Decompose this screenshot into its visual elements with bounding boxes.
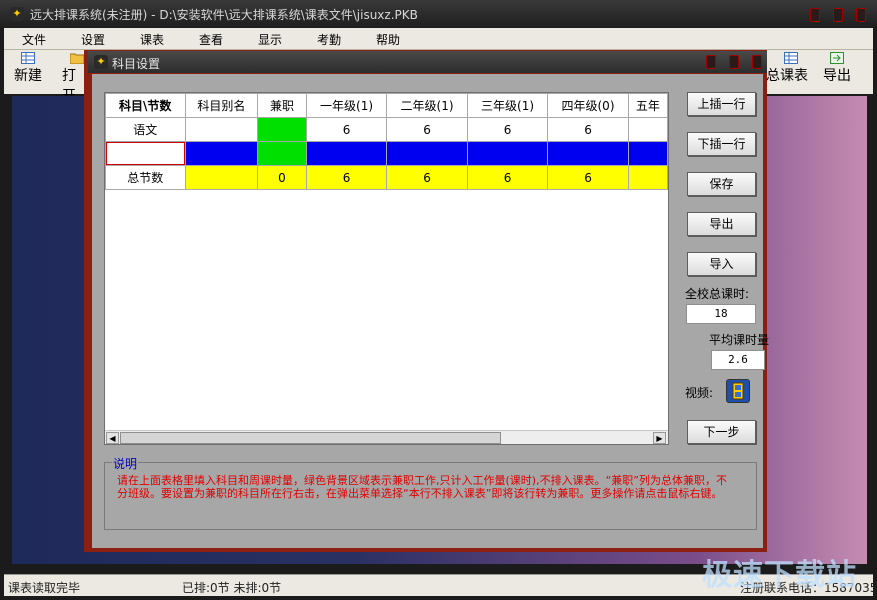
total-schedule-button[interactable]: 总课表	[764, 50, 810, 94]
app-titlebar: ✦ 远大排课系统(未注册) - D:\安装软件\远大排课系统\课表文件\jisu…	[0, 0, 877, 28]
scroll-right-arrow-icon[interactable]: ▶	[653, 432, 666, 444]
table-cell[interactable]	[305, 141, 388, 166]
table-cell[interactable]: 0	[257, 165, 307, 190]
header-cell[interactable]: 科目别名	[184, 93, 259, 118]
table-icon	[784, 52, 798, 64]
table-cell[interactable]	[184, 141, 259, 166]
table-row[interactable]: 语文 6 6 6 6	[105, 117, 669, 142]
dialog-close-button[interactable]	[752, 55, 762, 69]
table-cell[interactable]	[627, 165, 669, 190]
table-cell[interactable]: 6	[547, 165, 629, 190]
table-row-selected[interactable]	[105, 141, 669, 166]
table-cell[interactable]	[184, 165, 259, 190]
header-cell[interactable]: 五年	[627, 93, 669, 118]
new-button[interactable]: 新建	[10, 50, 46, 94]
menu-attendance[interactable]: 考勤	[317, 31, 341, 48]
total-hours-label: 全校总课时:	[685, 287, 750, 301]
export-toolbar-label: 导出	[823, 68, 851, 84]
menu-bar: 文件 设置 课表 查看 显示 考勤 帮助	[4, 28, 873, 50]
export-toolbar-button[interactable]: 导出	[818, 50, 856, 94]
table-cell[interactable]: 6	[305, 165, 388, 190]
table-cell[interactable]: 语文	[105, 117, 186, 142]
total-schedule-label: 总课表	[766, 68, 808, 84]
header-cell[interactable]: 兼职	[257, 93, 307, 118]
table-cell[interactable]: 6	[547, 117, 629, 142]
table-cell[interactable]	[386, 141, 468, 166]
table-cell[interactable]: 6	[466, 165, 549, 190]
minimize-button[interactable]	[810, 8, 820, 22]
header-cell[interactable]: 四年级(0)	[547, 93, 629, 118]
insert-below-button[interactable]: 下插一行	[687, 132, 756, 156]
table-cell[interactable]: 6	[466, 117, 549, 142]
dialog-logo-icon: ✦	[94, 55, 108, 69]
menu-schedule[interactable]: 课表	[140, 31, 164, 48]
menu-display[interactable]: 显示	[258, 31, 282, 48]
table-cell[interactable]: 总节数	[105, 165, 186, 190]
app-title: 远大排课系统(未注册) - D:\安装软件\远大排课系统\课表文件\jisuxz…	[30, 8, 418, 22]
video-button[interactable]	[726, 379, 750, 403]
next-step-button[interactable]: 下一步	[687, 420, 756, 444]
header-cell[interactable]: 一年级(1)	[305, 93, 388, 118]
status-count: 已排:0节 未排:0节	[182, 581, 282, 595]
subject-grid[interactable]: 科目\节数 科目别名 兼职 一年级(1) 二年级(1) 三年级(1) 四年级(0…	[104, 92, 669, 445]
scroll-left-arrow-icon[interactable]: ◀	[106, 432, 119, 444]
save-button[interactable]: 保存	[687, 172, 756, 196]
status-message: 课表读取完毕	[8, 581, 81, 595]
dialog-titlebar[interactable]: ✦ 科目设置	[88, 51, 767, 73]
menu-settings[interactable]: 设置	[81, 31, 105, 48]
avg-hours-label: 平均课时量	[709, 333, 770, 347]
menu-file[interactable]: 文件	[22, 31, 46, 48]
film-icon	[732, 382, 744, 400]
avg-hours-field[interactable]: 2.6	[711, 350, 765, 370]
table-cell[interactable]: 6	[305, 117, 388, 142]
header-cell[interactable]: 科目\节数	[105, 93, 186, 118]
menu-view[interactable]: 查看	[199, 31, 223, 48]
table-cell-editing[interactable]	[105, 141, 186, 166]
app-logo-icon: ✦	[10, 7, 24, 21]
table-cell[interactable]	[184, 117, 259, 142]
folder-icon	[70, 53, 84, 64]
table-row-total[interactable]: 总节数 0 6 6 6 6	[105, 165, 669, 190]
menu-help[interactable]: 帮助	[376, 31, 400, 48]
header-cell[interactable]: 三年级(1)	[466, 93, 549, 118]
close-button[interactable]	[856, 8, 866, 22]
maximize-button[interactable]	[833, 8, 843, 22]
table-cell[interactable]	[547, 141, 629, 166]
new-label: 新建	[14, 68, 42, 84]
table-cell[interactable]: 6	[386, 165, 468, 190]
total-hours-field[interactable]: 18	[686, 304, 756, 324]
instructions-text: 请在上面表格里填入科目和周课时量，绿色背景区域表示兼职工作,只计入工作量(课时)…	[117, 474, 727, 500]
parttime-cell[interactable]	[257, 141, 307, 166]
header-cell[interactable]: 二年级(1)	[386, 93, 468, 118]
parttime-cell[interactable]	[257, 117, 307, 142]
table-cell[interactable]: 6	[386, 117, 468, 142]
watermark-logo: 极速下载站	[702, 558, 857, 593]
insert-above-button[interactable]: 上插一行	[687, 92, 756, 116]
horizontal-scrollbar[interactable]: ◀ ▶	[105, 430, 668, 444]
table-cell[interactable]	[466, 141, 549, 166]
scrollbar-thumb[interactable]	[120, 432, 501, 444]
table-icon	[21, 52, 35, 64]
subject-table: 科目\节数 科目别名 兼职 一年级(1) 二年级(1) 三年级(1) 四年级(0…	[105, 93, 669, 190]
table-cell[interactable]	[627, 117, 669, 142]
dialog-minimize-button[interactable]	[706, 55, 716, 69]
dialog-title: 科目设置	[112, 57, 161, 71]
export-icon	[830, 52, 844, 64]
table-cell[interactable]	[627, 141, 669, 166]
table-header-row: 科目\节数 科目别名 兼职 一年级(1) 二年级(1) 三年级(1) 四年级(0…	[105, 93, 669, 118]
instructions-title: 说明	[112, 455, 139, 472]
dialog-maximize-button[interactable]	[729, 55, 739, 69]
export-button[interactable]: 导出	[687, 212, 756, 236]
import-button[interactable]: 导入	[687, 252, 756, 276]
video-label: 视频:	[685, 386, 714, 400]
